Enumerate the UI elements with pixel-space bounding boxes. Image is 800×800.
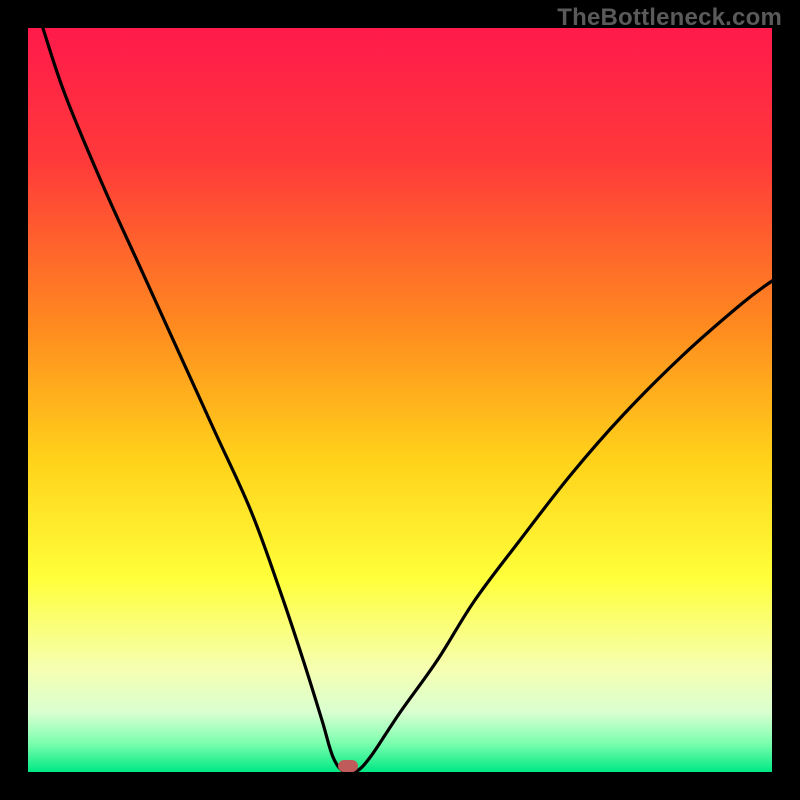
watermark-text: TheBottleneck.com: [557, 4, 782, 32]
gradient-background: [28, 28, 772, 772]
optimal-marker: [338, 760, 358, 772]
chart-frame: TheBottleneck.com: [0, 0, 800, 800]
plot-area: [28, 28, 772, 772]
